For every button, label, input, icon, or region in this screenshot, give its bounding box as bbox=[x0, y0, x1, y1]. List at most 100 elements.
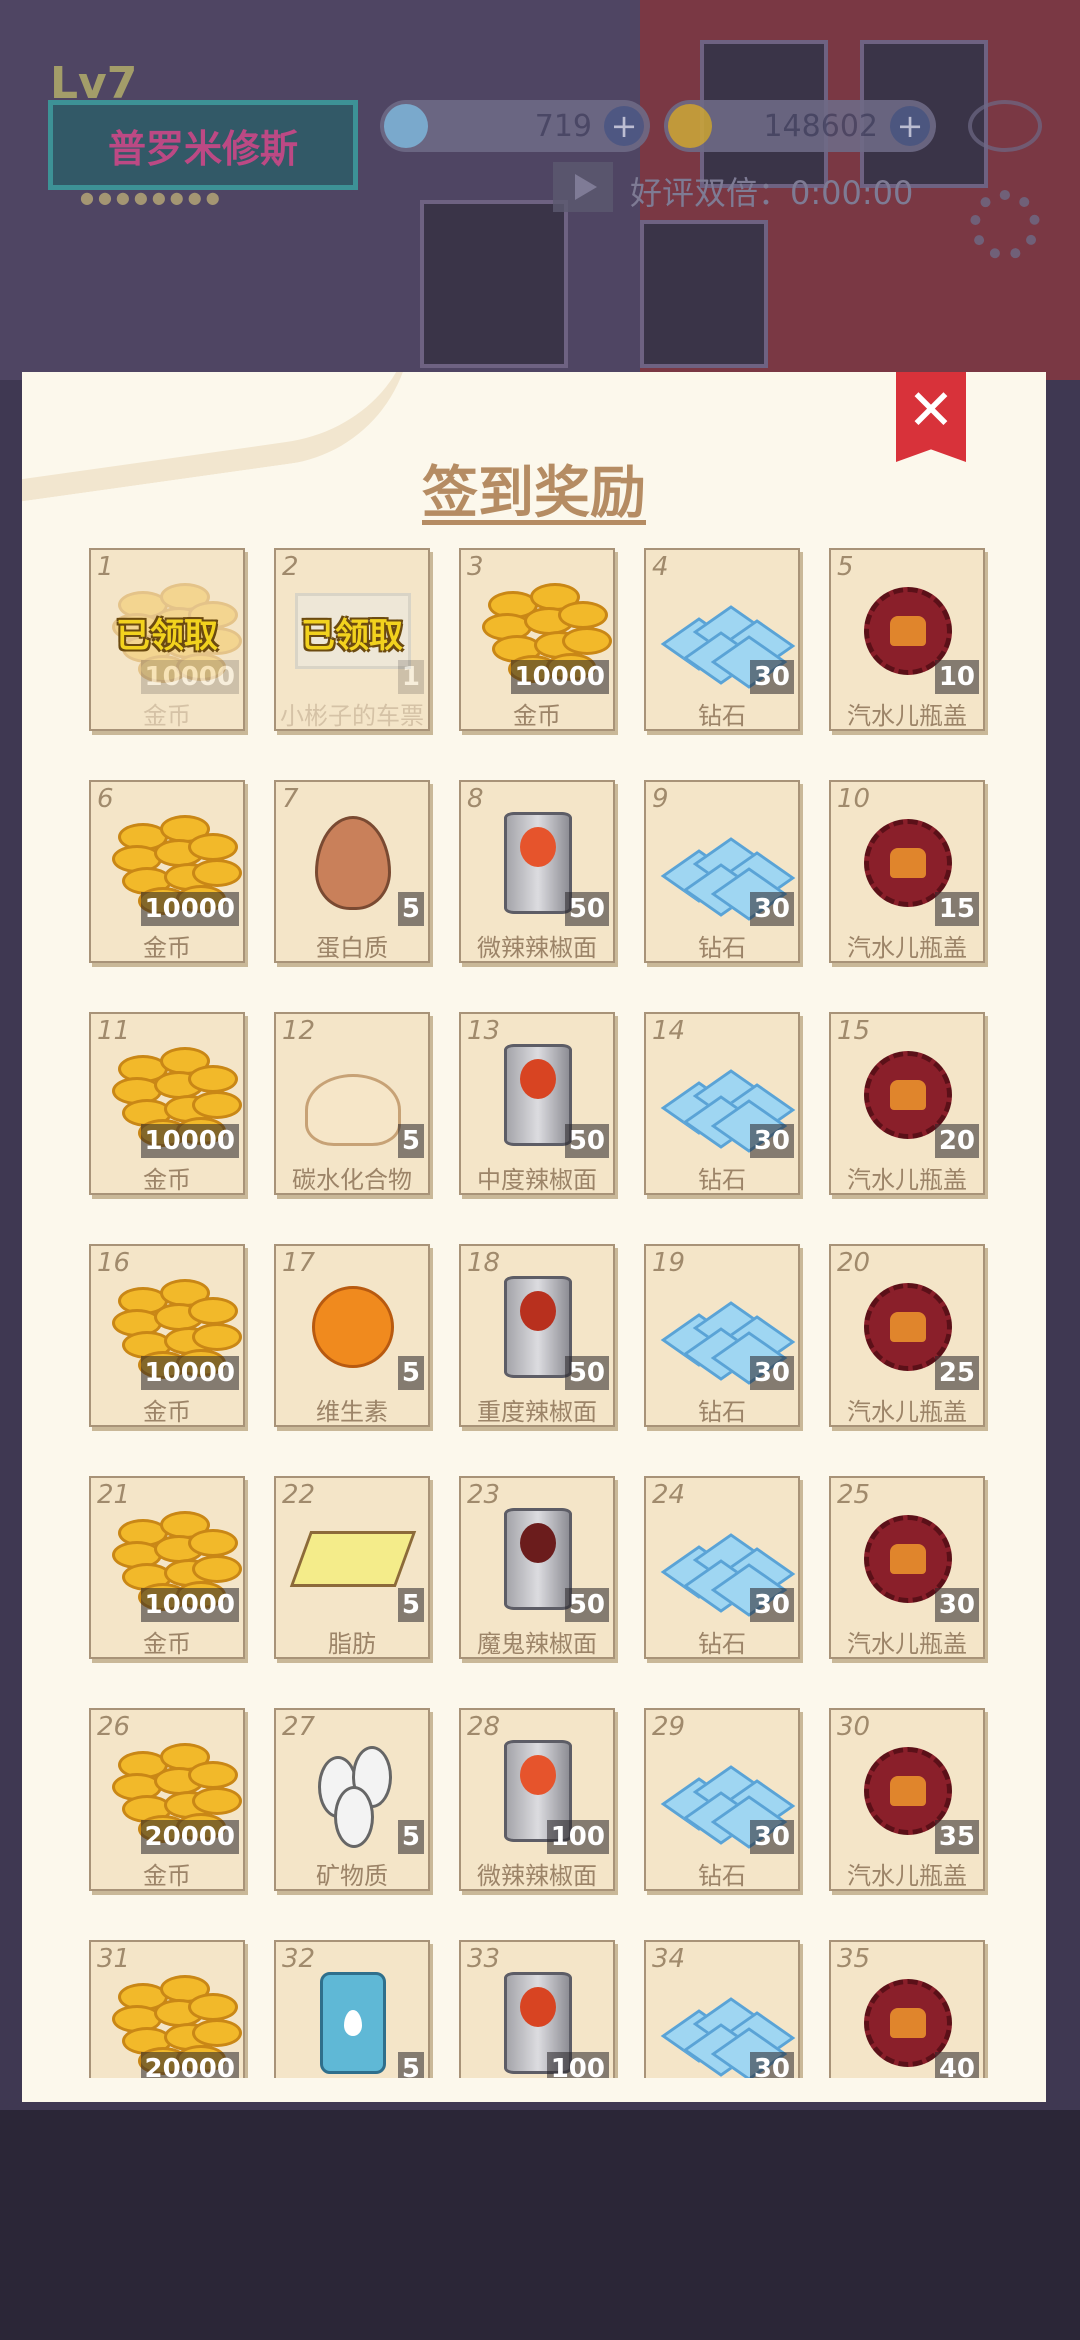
claimed-stamp: 已领取 bbox=[301, 616, 403, 656]
reward-day-34[interactable]: 34 30 bbox=[644, 1940, 800, 2078]
reward-name: 蛋白质 bbox=[316, 934, 388, 962]
reward-day-27[interactable]: 27 5 矿物质 bbox=[274, 1708, 430, 1891]
reward-quantity: 10000 bbox=[510, 660, 609, 694]
reward-quantity: 20 bbox=[934, 1124, 979, 1158]
reward-name: 小彬子的车票 bbox=[280, 702, 424, 730]
reward-quantity: 5 bbox=[397, 1588, 424, 1622]
reward-name: 金币 bbox=[143, 1862, 191, 1890]
reward-quantity: 10 bbox=[934, 660, 979, 694]
reward-name: 金币 bbox=[143, 1166, 191, 1194]
reward-quantity: 15 bbox=[934, 892, 979, 926]
reward-quantity: 5 bbox=[397, 1820, 424, 1854]
reward-name: 金币 bbox=[143, 934, 191, 962]
reward-quantity: 30 bbox=[749, 660, 794, 694]
reward-day-9[interactable]: 9 30 钻石 bbox=[644, 780, 800, 963]
coin-counter: 148602 + bbox=[664, 100, 936, 152]
reward-name: 钻石 bbox=[698, 1166, 746, 1194]
reward-day-4[interactable]: 4 30 钻石 bbox=[644, 548, 800, 731]
reward-quantity: 30 bbox=[749, 1588, 794, 1622]
reward-quantity: 100 bbox=[546, 1820, 609, 1854]
reward-name: 矿物质 bbox=[316, 1862, 388, 1890]
reward-day-30[interactable]: 30 35 汽水儿瓶盖 bbox=[829, 1708, 985, 1891]
player-name-badge[interactable]: 普罗米修斯 bbox=[48, 100, 358, 190]
reward-day-3[interactable]: 3 10000 金币 bbox=[459, 548, 615, 731]
reward-day-14[interactable]: 14 30 钻石 bbox=[644, 1012, 800, 1195]
reward-name: 重度辣椒面 bbox=[477, 1398, 597, 1426]
reward-name: 汽水儿瓶盖 bbox=[847, 702, 967, 730]
reward-day-10[interactable]: 10 15 汽水儿瓶盖 bbox=[829, 780, 985, 963]
reward-name: 钻石 bbox=[698, 702, 746, 730]
reward-day-15[interactable]: 15 20 汽水儿瓶盖 bbox=[829, 1012, 985, 1195]
reward-name: 脂肪 bbox=[328, 1630, 376, 1658]
reward-day-8[interactable]: 8 50 微辣辣椒面 bbox=[459, 780, 615, 963]
reward-quantity: 30 bbox=[749, 2052, 794, 2078]
reward-day-17[interactable]: 17 5 维生素 bbox=[274, 1244, 430, 1427]
reward-day-7[interactable]: 7 5 蛋白质 bbox=[274, 780, 430, 963]
reward-name: 魔鬼辣椒面 bbox=[477, 1630, 597, 1658]
reward-name: 汽水儿瓶盖 bbox=[847, 1862, 967, 1890]
reward-quantity: 30 bbox=[749, 892, 794, 926]
add-coin-button[interactable]: + bbox=[890, 106, 930, 146]
reward-quantity: 20000 bbox=[140, 2052, 239, 2078]
reward-name: 钻石 bbox=[698, 1862, 746, 1890]
reward-day-12[interactable]: 12 5 碳水化合物 bbox=[274, 1012, 430, 1195]
reward-quantity: 30 bbox=[749, 1820, 794, 1854]
diamond-icon bbox=[384, 104, 428, 148]
reward-name: 汽水儿瓶盖 bbox=[847, 1398, 967, 1426]
reward-day-25[interactable]: 25 30 汽水儿瓶盖 bbox=[829, 1476, 985, 1659]
reward-name: 微辣辣椒面 bbox=[477, 1862, 597, 1890]
reward-quantity: 5 bbox=[397, 2052, 424, 2078]
add-diamond-button[interactable]: + bbox=[604, 106, 644, 146]
reward-quantity: 30 bbox=[749, 1356, 794, 1390]
reward-day-6[interactable]: 6 10000 金币 bbox=[89, 780, 245, 963]
gear-icon[interactable] bbox=[970, 190, 1040, 260]
reward-day-29[interactable]: 29 30 钻石 bbox=[644, 1708, 800, 1891]
reward-quantity: 50 bbox=[564, 892, 609, 926]
reward-name: 中度辣椒面 bbox=[477, 1166, 597, 1194]
video-play-icon[interactable] bbox=[553, 162, 613, 212]
eye-icon[interactable] bbox=[968, 100, 1042, 152]
reward-name: 汽水儿瓶盖 bbox=[847, 934, 967, 962]
reward-day-32[interactable]: 32 5 bbox=[274, 1940, 430, 2078]
reward-quantity: 5 bbox=[397, 1124, 424, 1158]
reward-day-11[interactable]: 11 10000 金币 bbox=[89, 1012, 245, 1195]
reward-day-18[interactable]: 18 50 重度辣椒面 bbox=[459, 1244, 615, 1427]
reward-name: 金币 bbox=[143, 1398, 191, 1426]
reward-day-26[interactable]: 26 20000 金币 bbox=[89, 1708, 245, 1891]
reward-quantity: 10000 bbox=[140, 1588, 239, 1622]
bottom-area bbox=[0, 2110, 1080, 2340]
reward-quantity: 30 bbox=[934, 1588, 979, 1622]
reward-day-23[interactable]: 23 50 魔鬼辣椒面 bbox=[459, 1476, 615, 1659]
reward-name: 金币 bbox=[143, 1630, 191, 1658]
player-name: 普罗米修斯 bbox=[107, 126, 298, 171]
reward-name: 金币 bbox=[143, 702, 191, 730]
reward-day-19[interactable]: 19 30 钻石 bbox=[644, 1244, 800, 1427]
reward-day-20[interactable]: 20 25 汽水儿瓶盖 bbox=[829, 1244, 985, 1427]
reward-quantity: 40 bbox=[934, 2052, 979, 2078]
reward-name: 汽水儿瓶盖 bbox=[847, 1166, 967, 1194]
reward-name: 金币 bbox=[513, 702, 561, 730]
coin-icon bbox=[668, 104, 712, 148]
reward-day-16[interactable]: 16 10000 金币 bbox=[89, 1244, 245, 1427]
reward-day-28[interactable]: 28 100 微辣辣椒面 bbox=[459, 1708, 615, 1891]
reward-day-2[interactable]: 2 1 小彬子的车票 已领取 bbox=[274, 548, 430, 731]
reward-name: 碳水化合物 bbox=[292, 1166, 412, 1194]
reward-day-35[interactable]: 35 40 bbox=[829, 1940, 985, 2078]
dialog-title: 签到奖励 bbox=[422, 461, 646, 526]
claimed-stamp: 已领取 bbox=[116, 616, 218, 656]
reward-day-5[interactable]: 5 10 汽水儿瓶盖 bbox=[829, 548, 985, 731]
reward-quantity: 100 bbox=[546, 2052, 609, 2078]
reward-name: 维生素 bbox=[316, 1398, 388, 1426]
reward-day-33[interactable]: 33 100 bbox=[459, 1940, 615, 2078]
reward-day-24[interactable]: 24 30 钻石 bbox=[644, 1476, 800, 1659]
reward-quantity: 5 bbox=[397, 1356, 424, 1390]
reward-day-13[interactable]: 13 50 中度辣椒面 bbox=[459, 1012, 615, 1195]
reward-day-22[interactable]: 22 5 脂肪 bbox=[274, 1476, 430, 1659]
reward-day-21[interactable]: 21 10000 金币 bbox=[89, 1476, 245, 1659]
reward-name: 钻石 bbox=[698, 1398, 746, 1426]
diamond-count: 719 bbox=[534, 108, 592, 144]
double-bonus-timer: 好评双倍：0:00:00 bbox=[630, 174, 914, 212]
reward-day-1[interactable]: 1 10000 金币 已领取 bbox=[89, 548, 245, 731]
coin-count: 148602 bbox=[763, 108, 878, 144]
reward-day-31[interactable]: 3120000金币 bbox=[89, 1940, 245, 2078]
